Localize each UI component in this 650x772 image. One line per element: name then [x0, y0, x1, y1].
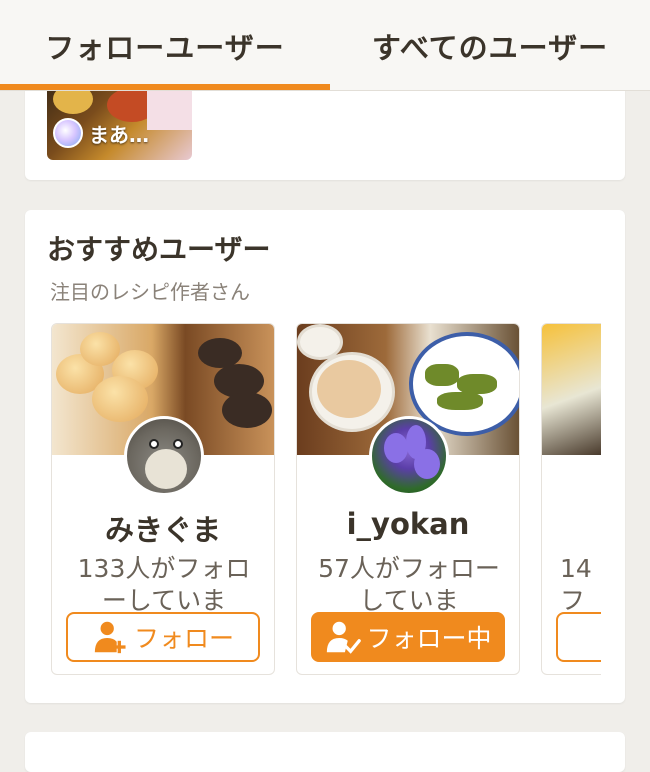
- user-name[interactable]: i_yokan: [297, 507, 519, 541]
- user-cover-image: [542, 324, 601, 455]
- recipe-author-name: まあ…: [89, 122, 149, 147]
- section-subtitle: 注目のレシピ作者さん: [50, 280, 250, 304]
- active-tab-indicator: [0, 84, 330, 90]
- user-card[interactable]: みきぐま 133人がフォローしていま フォロー: [51, 323, 275, 675]
- user-avatar[interactable]: [124, 416, 204, 496]
- follower-count: 57人がフォローしていま: [318, 554, 500, 615]
- follower-count: 133人がフォローしていま: [77, 554, 251, 615]
- user-card[interactable]: 14 フ: [541, 323, 601, 675]
- recommended-users-section: おすすめユーザー 注目のレシピ作者さん みきぐま 133人がフォローしていま フ…: [25, 210, 625, 703]
- follower-count: 14 フ: [560, 554, 592, 615]
- tab-following-users[interactable]: フォローユーザー: [0, 26, 330, 70]
- user-carousel[interactable]: みきぐま 133人がフォローしていま フォロー i_yokan 57人がフォロー…: [51, 323, 601, 678]
- recipe-author: まあ…: [53, 118, 149, 148]
- follow-button-label: フォロー: [133, 624, 234, 653]
- follow-button[interactable]: フォロー: [66, 612, 260, 662]
- user-card[interactable]: i_yokan 57人がフォローしていま フォロー中: [296, 323, 520, 675]
- user-name[interactable]: みきぐま: [52, 507, 274, 549]
- person-check-icon: [327, 621, 362, 654]
- author-avatar: [53, 118, 83, 148]
- following-button-label: フォロー中: [366, 624, 492, 653]
- feed-card: まあ…: [25, 80, 625, 180]
- person-plus-icon: [94, 621, 126, 654]
- tab-all-users[interactable]: すべてのユーザー: [330, 26, 650, 70]
- user-avatar[interactable]: [369, 416, 449, 496]
- next-section-card: [25, 732, 625, 772]
- recipe-thumbnail[interactable]: まあ…: [47, 80, 192, 160]
- tab-bar: フォローユーザー すべてのユーザー: [0, 0, 650, 91]
- follow-button[interactable]: [556, 612, 601, 662]
- section-title: おすすめユーザー: [47, 233, 271, 266]
- following-button[interactable]: フォロー中: [311, 612, 505, 662]
